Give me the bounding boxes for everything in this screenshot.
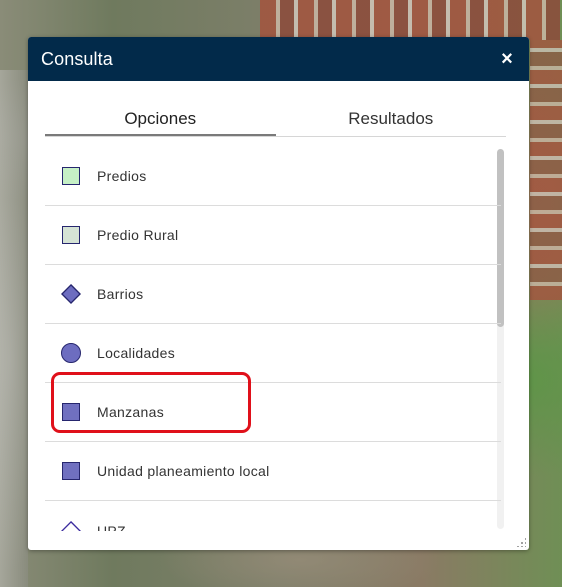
resize-handle-icon[interactable]	[516, 537, 526, 547]
layer-item-upz[interactable]: UPZ	[45, 501, 501, 531]
layer-label: Localidades	[97, 345, 176, 361]
layer-item-barrios[interactable]: Barrios	[45, 265, 501, 324]
layer-label: Predio Rural	[97, 227, 179, 243]
layer-label: Manzanas	[97, 404, 164, 420]
square-icon	[61, 225, 81, 245]
diamond-icon	[61, 283, 81, 305]
panel-title: Consulta	[41, 48, 113, 69]
tab-opciones[interactable]: Opciones	[45, 106, 276, 136]
close-icon[interactable]: ×	[499, 49, 515, 69]
tab-bar: Opciones Resultados	[45, 106, 506, 137]
square-icon	[61, 402, 81, 422]
layer-item-unidad-planeamiento-local[interactable]: Unidad planeamiento local	[45, 442, 501, 501]
panel-header: Consulta ×	[28, 37, 529, 81]
square-icon	[61, 166, 81, 186]
diamond-outline-icon	[61, 520, 81, 531]
layer-list: Predios Predio Rural Barrios Localidades…	[45, 147, 501, 531]
map-rooftops	[260, 0, 560, 40]
map-road	[0, 70, 28, 587]
layer-item-predios[interactable]: Predios	[45, 147, 501, 206]
layer-item-localidades[interactable]: Localidades	[45, 324, 501, 383]
map-rooftops-right	[530, 40, 562, 300]
layer-item-manzanas[interactable]: Manzanas	[45, 383, 501, 442]
tab-resultados[interactable]: Resultados	[276, 106, 507, 136]
layer-label: Predios	[97, 168, 147, 184]
circle-icon	[61, 343, 81, 363]
consulta-panel: Consulta × Opciones Resultados Predios P…	[28, 37, 529, 550]
layer-label: Barrios	[97, 286, 144, 302]
square-icon	[61, 461, 81, 481]
layer-item-predio-rural[interactable]: Predio Rural	[45, 206, 501, 265]
layer-label: Unidad planeamiento local	[97, 463, 270, 479]
layer-label: UPZ	[97, 522, 126, 532]
